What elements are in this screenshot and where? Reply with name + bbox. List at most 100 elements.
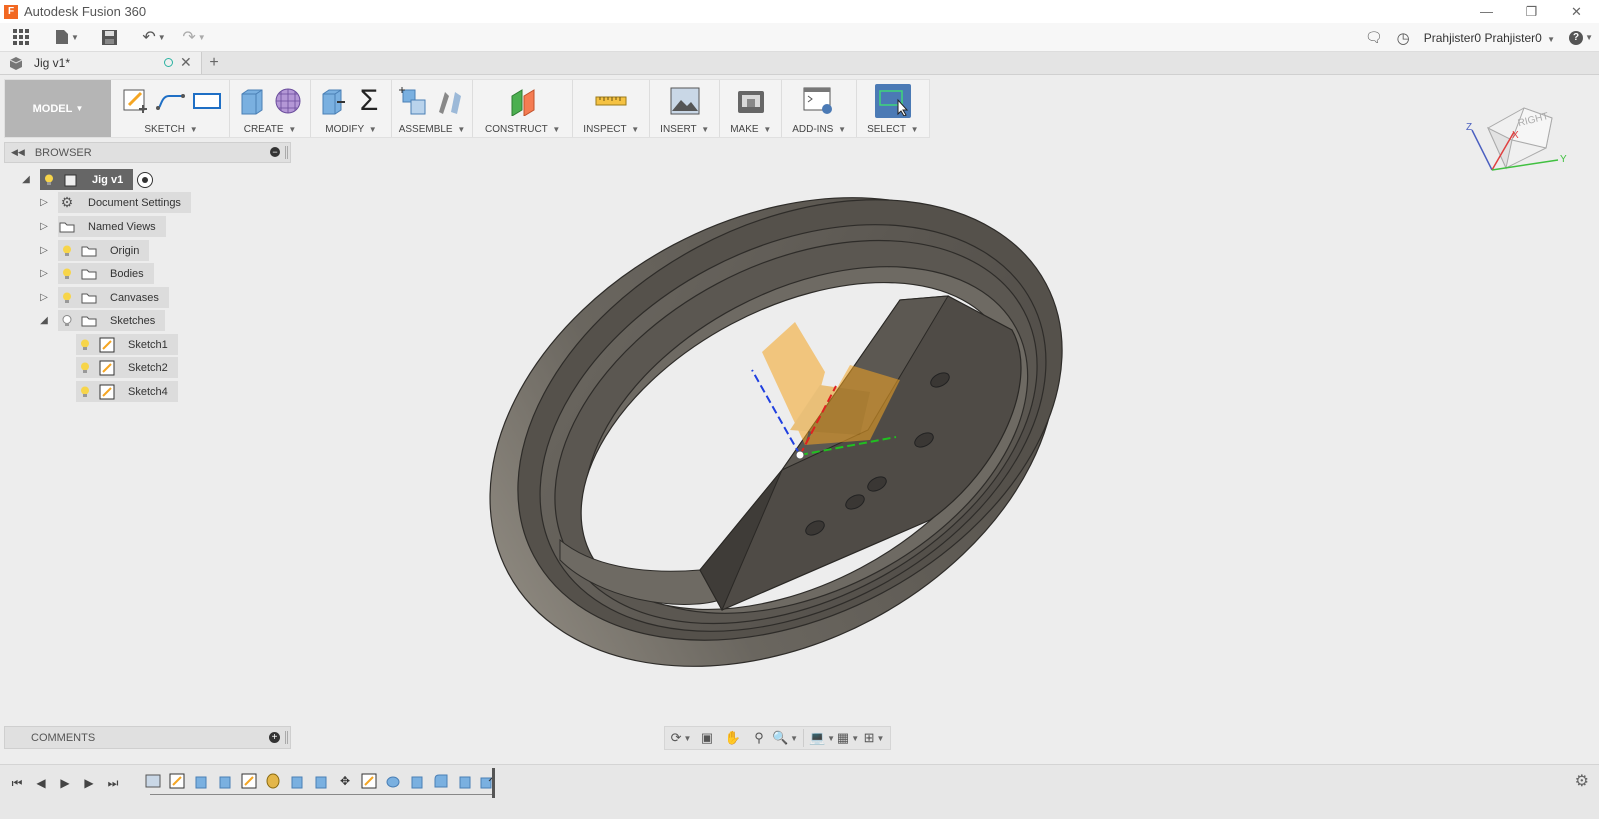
- visibility-bulb-icon[interactable]: [76, 339, 94, 351]
- file-menu-icon[interactable]: ▼: [52, 26, 82, 48]
- timeline-extrude-icon[interactable]: [456, 772, 474, 790]
- step-back-icon[interactable]: ◀​: [32, 774, 50, 792]
- zoom-icon[interactable]: ⚲: [747, 728, 771, 748]
- tree-item-sketch2[interactable]: Sketch2: [76, 357, 178, 378]
- model-viewport[interactable]: [300, 140, 1590, 720]
- data-panel-grid-icon[interactable]: [10, 26, 32, 48]
- redo-icon[interactable]: ↷ ▼: [178, 26, 210, 48]
- select-icon[interactable]: [874, 84, 911, 118]
- restore-icon[interactable]: ❐: [1509, 0, 1554, 23]
- timeline-canvas-icon[interactable]: [144, 772, 162, 790]
- visibility-bulb-icon[interactable]: [58, 268, 76, 280]
- insert-image-icon[interactable]: [669, 85, 701, 117]
- visibility-bulb-icon[interactable]: [58, 292, 76, 304]
- look-at-icon[interactable]: ▣: [695, 728, 719, 748]
- timeline-coil-icon[interactable]: [264, 772, 282, 790]
- jig-body[interactable]: [409, 140, 1138, 720]
- visibility-bulb-icon[interactable]: [76, 362, 94, 374]
- timeline-extrude-icon[interactable]: [216, 772, 234, 790]
- add-comment-icon[interactable]: +: [269, 732, 280, 743]
- new-component-icon[interactable]: [398, 85, 430, 117]
- timeline-sketch-icon[interactable]: [360, 772, 378, 790]
- close-tab-icon[interactable]: ✕: [180, 54, 192, 71]
- go-to-end-icon[interactable]: ⏭: [104, 774, 122, 792]
- play-icon[interactable]: ▶: [56, 774, 74, 792]
- visibility-bulb-icon[interactable]: [40, 174, 58, 186]
- form-icon[interactable]: [272, 85, 304, 117]
- pan-hand-icon[interactable]: ✋: [721, 728, 745, 748]
- expand-triangle-icon[interactable]: ▷: [38, 292, 50, 304]
- visibility-bulb-icon[interactable]: [58, 314, 76, 327]
- timeline-marker[interactable]: [492, 768, 495, 798]
- collapse-panel-icon[interactable]: ◀◀: [11, 147, 25, 158]
- make-menu[interactable]: MAKE ▼: [730, 124, 771, 135]
- undo-icon[interactable]: ↶ ▼: [138, 26, 170, 48]
- add-ins-menu[interactable]: ADD-INS ▼: [792, 124, 846, 135]
- timeline-sketch-icon[interactable]: [240, 772, 258, 790]
- timeline-hole-icon[interactable]: [384, 772, 402, 790]
- new-tab-button[interactable]: +: [202, 52, 226, 74]
- construct-menu[interactable]: CONSTRUCT ▼: [485, 124, 560, 135]
- save-icon[interactable]: [98, 26, 120, 48]
- timeline-move-icon[interactable]: ✥: [336, 772, 354, 790]
- create-menu[interactable]: CREATE ▼: [244, 124, 297, 135]
- expand-triangle-icon[interactable]: ▷: [38, 245, 50, 257]
- grid-settings-icon[interactable]: ▦ ▼: [836, 728, 860, 748]
- viewcube[interactable]: RIGHT Z X Y: [1462, 96, 1574, 178]
- insert-menu[interactable]: INSERT ▼: [660, 124, 709, 135]
- display-settings-icon[interactable]: 💻 ▼: [809, 728, 835, 748]
- tree-item-bodies[interactable]: Bodies: [58, 263, 154, 284]
- collapse-triangle-icon[interactable]: ◢: [38, 315, 50, 327]
- close-icon[interactable]: ✕: [1554, 0, 1599, 23]
- timeline-fillet-icon[interactable]: [432, 772, 450, 790]
- user-account-menu[interactable]: Prahjister0 Prahjister0 ▼: [1424, 31, 1555, 45]
- tree-item-origin[interactable]: Origin: [58, 240, 150, 261]
- step-forward-icon[interactable]: ▶​: [80, 774, 98, 792]
- extrude-icon[interactable]: [236, 85, 268, 117]
- job-status-clock-icon[interactable]: ◷: [1397, 29, 1410, 47]
- tree-item-document-settings[interactable]: ⚙ Document Settings: [58, 192, 191, 213]
- press-pull-icon[interactable]: [317, 85, 349, 117]
- sum-icon[interactable]: Σ: [353, 84, 385, 117]
- modify-menu[interactable]: MODIFY ▼: [325, 124, 376, 135]
- create-sketch-icon[interactable]: [119, 85, 151, 117]
- select-menu[interactable]: SELECT ▼: [867, 124, 918, 135]
- timeline-settings-gear-icon[interactable]: ⚙: [1575, 771, 1589, 791]
- panel-grip-icon[interactable]: [285, 146, 288, 159]
- offset-plane-icon[interactable]: [507, 85, 539, 117]
- inspect-menu[interactable]: INSPECT ▼: [583, 124, 639, 135]
- sketch-menu[interactable]: SKETCH ▼: [144, 124, 197, 135]
- tree-item-sketch1[interactable]: Sketch1: [76, 334, 178, 355]
- rectangle-icon[interactable]: [191, 85, 223, 117]
- visibility-bulb-icon[interactable]: [58, 245, 76, 257]
- expand-triangle-icon[interactable]: ▷: [38, 221, 50, 233]
- workspace-switcher[interactable]: MODEL ▼: [5, 80, 111, 137]
- joint-icon[interactable]: [434, 85, 466, 117]
- minimize-panel-icon[interactable]: −: [270, 147, 280, 157]
- tree-item-canvases[interactable]: Canvases: [58, 287, 169, 308]
- 3d-print-icon[interactable]: [735, 85, 767, 117]
- orbit-icon[interactable]: ⟳ ▼: [669, 728, 693, 748]
- minimize-icon[interactable]: —: [1464, 0, 1509, 23]
- panel-grip-icon[interactable]: [285, 731, 288, 744]
- assemble-menu[interactable]: ASSEMBLE ▼: [399, 124, 466, 135]
- timeline-extrude-icon[interactable]: [312, 772, 330, 790]
- tree-item-sketches[interactable]: Sketches: [58, 310, 166, 331]
- expand-triangle-icon[interactable]: ▷: [38, 197, 50, 209]
- scripts-icon[interactable]: [803, 85, 835, 117]
- notifications-icon[interactable]: 🗨: [1365, 29, 1383, 46]
- go-to-start-icon[interactable]: ⏮: [8, 774, 26, 792]
- document-tab[interactable]: Jig v1* ✕: [0, 52, 202, 74]
- tree-item-named-views[interactable]: Named Views: [58, 216, 166, 237]
- timeline-extrude-icon[interactable]: [408, 772, 426, 790]
- line-icon[interactable]: [155, 85, 187, 117]
- fit-zoom-icon[interactable]: 🔍 ▼: [772, 728, 798, 748]
- visibility-bulb-icon[interactable]: [76, 386, 94, 398]
- measure-icon[interactable]: [595, 85, 627, 117]
- tree-root-item[interactable]: Jig v1: [40, 169, 134, 190]
- help-icon[interactable]: ? ▼: [1569, 30, 1593, 45]
- tree-item-sketch4[interactable]: Sketch4: [76, 381, 178, 402]
- timeline-sketch-icon[interactable]: [168, 772, 186, 790]
- activate-component-icon[interactable]: [137, 171, 154, 188]
- timeline-extrude-icon[interactable]: [288, 772, 306, 790]
